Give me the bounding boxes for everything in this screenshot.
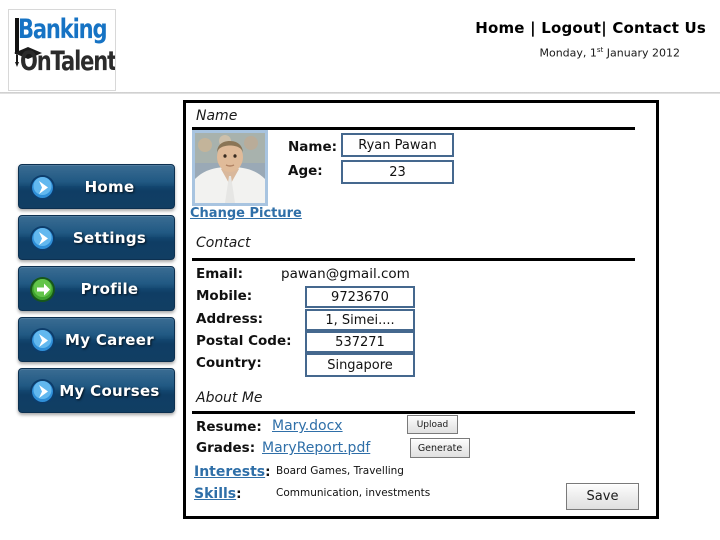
resume-file-link[interactable]: Mary.docx [272,418,343,434]
email-field-label: Email: [196,266,244,282]
logo-artwork: Banking OnTalent [9,10,115,90]
mobile-input[interactable]: 9723670 [305,286,415,308]
address-input[interactable]: 1, Simei.... [305,309,415,331]
name-field-label: Name: [288,139,338,155]
grades-file-link[interactable]: MaryReport.pdf [262,440,370,456]
current-date: Monday, 1st January 2012 [539,46,680,60]
name-section-title: Name [196,108,238,124]
age-field-label: Age: [288,163,323,179]
contact-section-divider [192,258,635,261]
header-divider [0,92,720,94]
profile-photo-image [195,133,265,203]
sidebar-item-my-courses[interactable]: My Courses [18,368,175,413]
country-field-label: Country: [196,355,262,371]
sidebar-item-my-career-label: My Career [65,331,154,349]
mobile-field-label: Mobile: [196,288,253,304]
name-input[interactable]: Ryan Pawan [341,133,454,157]
page-header: Banking OnTalent Home | Logout| Contact … [0,0,720,94]
interests-colon: : [265,464,271,480]
logo-text-ontalent: OnTalent [20,46,116,77]
postal-code-field-label: Postal Code: [196,333,292,349]
nav-link-home[interactable]: Home [475,19,524,37]
nav-separator-2: | [601,19,607,37]
sidebar-item-home-label: Home [84,178,135,196]
generate-button[interactable]: Generate [410,438,470,458]
date-suffix: January 2012 [603,46,680,60]
email-value: pawan@gmail.com [281,266,410,282]
interests-label[interactable]: Interests [194,464,265,480]
sidebar-item-settings[interactable]: Settings [18,215,175,260]
logo-text-banking: Banking [18,14,108,45]
interests-row: Interests: [194,463,271,481]
grades-field-label: Grades: [196,440,256,456]
about-me-section-divider [192,411,635,414]
contact-section-title: Contact [196,235,251,251]
sidebar-item-profile-label: Profile [80,280,139,298]
save-button[interactable]: Save [566,483,639,510]
profile-photo[interactable] [192,130,268,206]
interests-value: Board Games, Travelling [276,465,404,477]
skills-value: Communication, investments [276,487,431,499]
sidebar-item-home[interactable]: Home [18,164,175,209]
page-root: Banking OnTalent Home | Logout| Contact … [0,0,720,540]
nav-separator-1: | [530,19,536,37]
address-field-label: Address: [196,311,264,327]
country-input[interactable]: Singapore [305,353,415,377]
top-navigation: Home | Logout| Contact Us [475,19,706,37]
site-logo[interactable]: Banking OnTalent [8,9,116,91]
about-me-section-title: About Me [196,390,263,406]
sidebar-item-my-career[interactable]: My Career [18,317,175,362]
sidebar-navigation: Home Settings Profile My Career My Cours… [18,164,175,419]
sidebar-item-my-courses-label: My Courses [59,382,160,400]
age-input[interactable]: 23 [341,160,454,184]
skills-row: Skills: [194,485,242,503]
skills-colon: : [236,486,242,502]
sidebar-item-profile[interactable]: Profile [18,266,175,311]
sidebar-item-settings-label: Settings [72,229,147,247]
nav-link-contact-us[interactable]: Contact Us [612,19,706,37]
change-picture-link[interactable]: Change Picture [190,206,302,221]
date-prefix: Monday, 1 [539,46,597,60]
skills-label[interactable]: Skills [194,486,236,502]
upload-button[interactable]: Upload [407,415,458,434]
nav-link-logout[interactable]: Logout [541,19,601,37]
resume-field-label: Resume: [196,419,262,435]
postal-code-input[interactable]: 537271 [305,331,415,353]
